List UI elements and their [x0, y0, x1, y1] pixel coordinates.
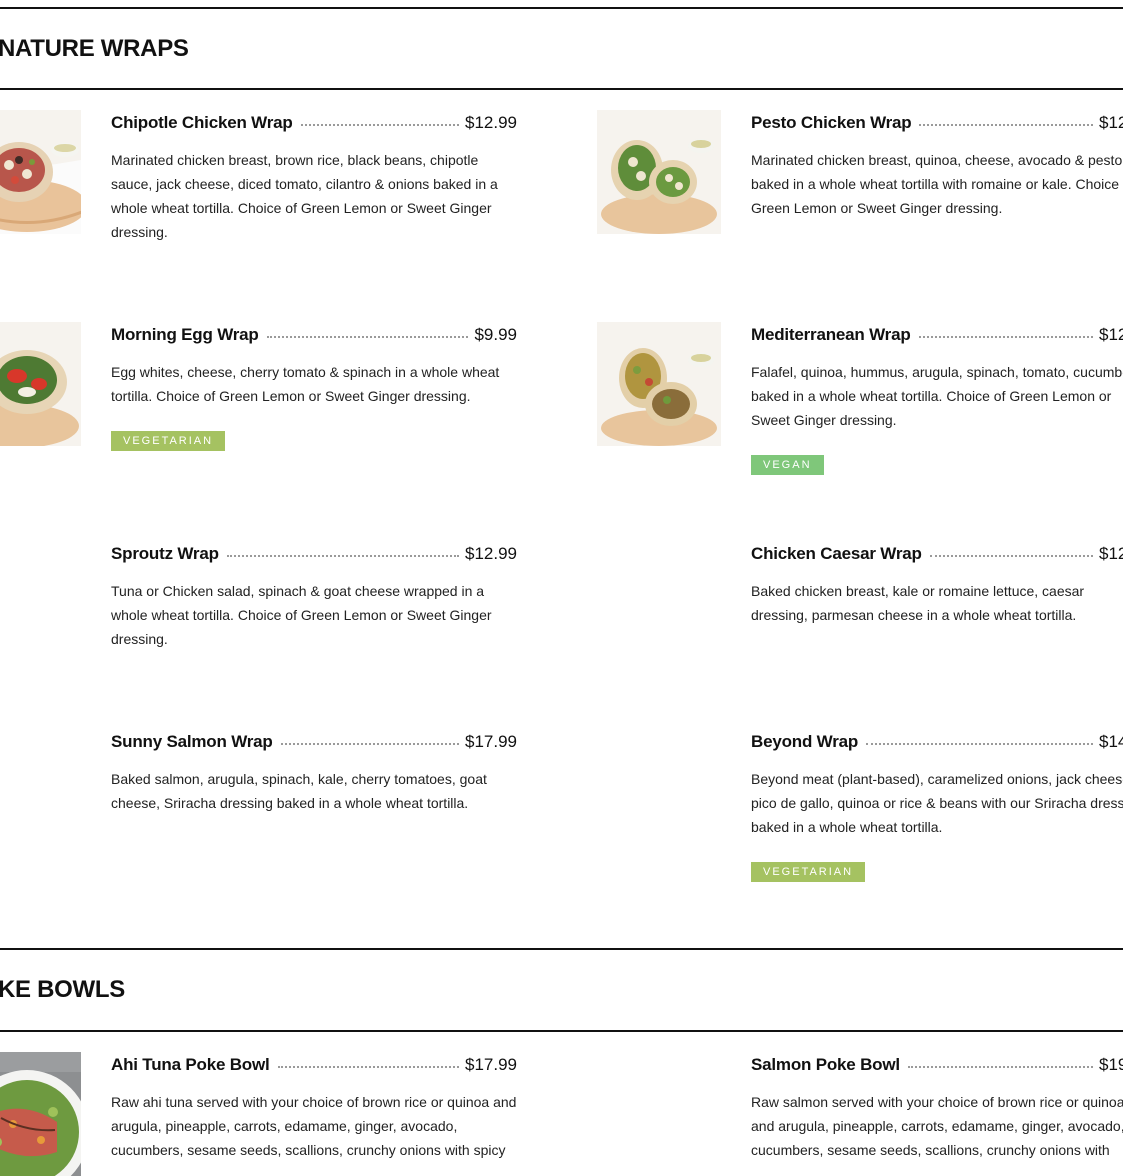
dot-leader	[280, 742, 459, 745]
item-price: $12.99	[465, 544, 517, 563]
item-price: $12.99	[465, 113, 517, 132]
item-description: Egg whites, cheese, cherry tomato & spin…	[111, 364, 500, 404]
item-name: Beyond Wrap	[751, 732, 859, 751]
section-top-rule	[0, 948, 1123, 950]
item-description: Beyond meat (plant-based), caramelized o…	[751, 771, 1123, 835]
chipotle-wrap-image[interactable]	[0, 110, 81, 234]
dot-leader	[277, 1065, 459, 1068]
section-top-rule	[0, 7, 1123, 9]
mediterranean-wrap-image[interactable]	[597, 322, 721, 446]
vegan-badge: VEGAN	[751, 455, 824, 475]
item-name: Morning Egg Wrap	[111, 325, 259, 344]
section-title-wraps: NATURE WRAPS	[0, 35, 189, 62]
dot-leader	[929, 554, 1093, 557]
item-name: Sproutz Wrap	[111, 544, 219, 563]
item-description: Baked chicken breast, kale or romaine le…	[751, 583, 1085, 623]
section-title-bowls: KE BOWLS	[0, 976, 125, 1003]
item-description: Raw ahi tuna served with your choice of …	[111, 1094, 517, 1158]
item-name: Mediterranean Wrap	[751, 325, 911, 344]
item-name: Ahi Tuna Poke Bowl	[111, 1055, 270, 1074]
item-price: $17.99	[465, 1055, 517, 1074]
item-description: Falafel, quinoa, hummus, arugula, spinac…	[751, 364, 1123, 428]
item-price: $9.99	[474, 325, 517, 344]
item-price: $12.99	[1099, 113, 1123, 132]
item-description: Raw salmon served with your choice of br…	[751, 1094, 1123, 1158]
dot-leader	[919, 123, 1093, 126]
section-title-rule	[0, 88, 1123, 90]
dot-leader	[226, 554, 459, 557]
item-price: $12.99	[1099, 544, 1123, 563]
item-description: Marinated chicken breast, quinoa, cheese…	[751, 152, 1123, 216]
item-description: Tuna or Chicken salad, spinach & goat ch…	[111, 583, 492, 647]
vegetarian-badge: VEGETARIAN	[751, 862, 866, 882]
item-name: Sunny Salmon Wrap	[111, 732, 273, 751]
item-name: Pesto Chicken Wrap	[751, 113, 912, 132]
item-name: Chipotle Chicken Wrap	[111, 113, 293, 132]
item-price: $14.99	[1099, 732, 1123, 751]
item-name: Chicken Caesar Wrap	[751, 544, 922, 563]
pesto-wrap-image[interactable]	[597, 110, 721, 234]
item-price: $19.99	[1099, 1055, 1123, 1074]
dot-leader	[907, 1065, 1093, 1068]
dot-leader	[266, 335, 469, 338]
item-name: Salmon Poke Bowl	[751, 1055, 900, 1074]
item-price: $17.99	[465, 732, 517, 751]
dot-leader	[300, 123, 459, 126]
item-price: $12.99	[1099, 325, 1123, 344]
ahi-tuna-bowl-image[interactable]	[0, 1052, 81, 1176]
item-description: Baked salmon, arugula, spinach, kale, ch…	[111, 771, 487, 811]
section-title-rule	[0, 1030, 1123, 1032]
dot-leader	[918, 335, 1093, 338]
vegetarian-badge: VEGETARIAN	[111, 431, 226, 451]
item-description: Marinated chicken breast, brown rice, bl…	[111, 152, 498, 240]
dot-leader	[866, 742, 1093, 745]
egg-wrap-image[interactable]	[0, 322, 81, 446]
